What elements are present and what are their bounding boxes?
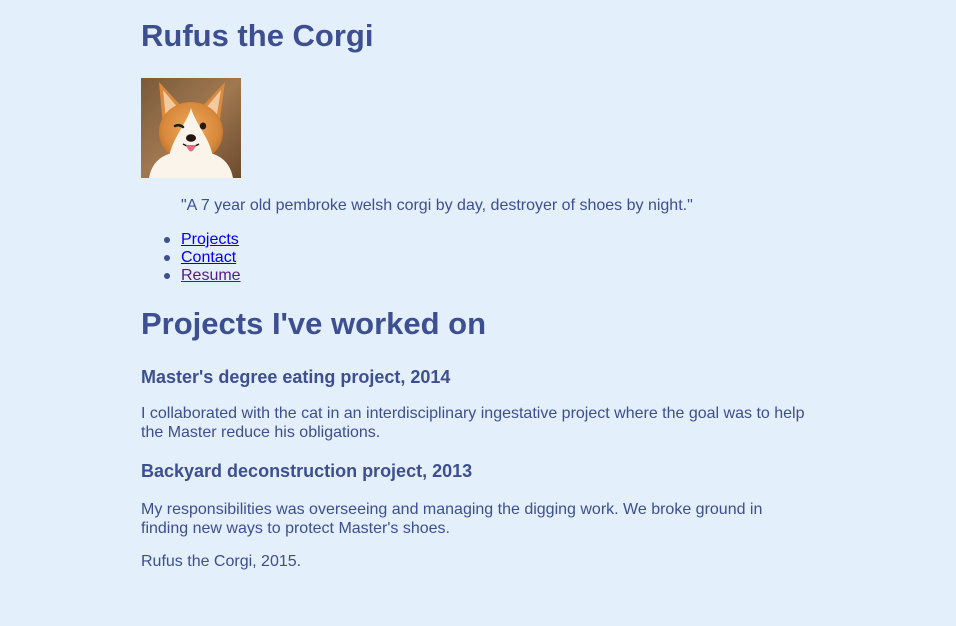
page-title: Rufus the Corgi xyxy=(141,18,374,53)
corgi-photo xyxy=(141,78,241,178)
nav-item-projects: Projects xyxy=(141,231,241,249)
nav-item-contact: Contact xyxy=(141,249,241,267)
nav-list: Projects Contact Resume xyxy=(141,231,241,285)
nav-link-contact[interactable]: Contact xyxy=(181,249,236,266)
project-description: I collaborated with the cat in an interd… xyxy=(141,405,805,441)
nav-link-resume[interactable]: Resume xyxy=(181,267,241,284)
nav-link-projects[interactable]: Projects xyxy=(181,231,239,248)
nav-item-resume: Resume xyxy=(141,267,241,285)
project-title: Master's degree eating project, 2014 xyxy=(141,367,451,387)
footer-text: Rufus the Corgi, 2015. xyxy=(141,553,302,570)
bullet-icon xyxy=(164,237,170,243)
tagline-quote: "A 7 year old pembroke welsh corgi by da… xyxy=(181,197,693,214)
bullet-icon xyxy=(164,273,170,279)
project-description: My responsibilities was overseeing and m… xyxy=(141,501,763,537)
projects-heading: Projects I've worked on xyxy=(141,306,487,341)
project-title: Backyard deconstruction project, 2013 xyxy=(141,461,473,481)
corgi-photo-image xyxy=(141,78,241,178)
bullet-icon xyxy=(164,255,170,261)
